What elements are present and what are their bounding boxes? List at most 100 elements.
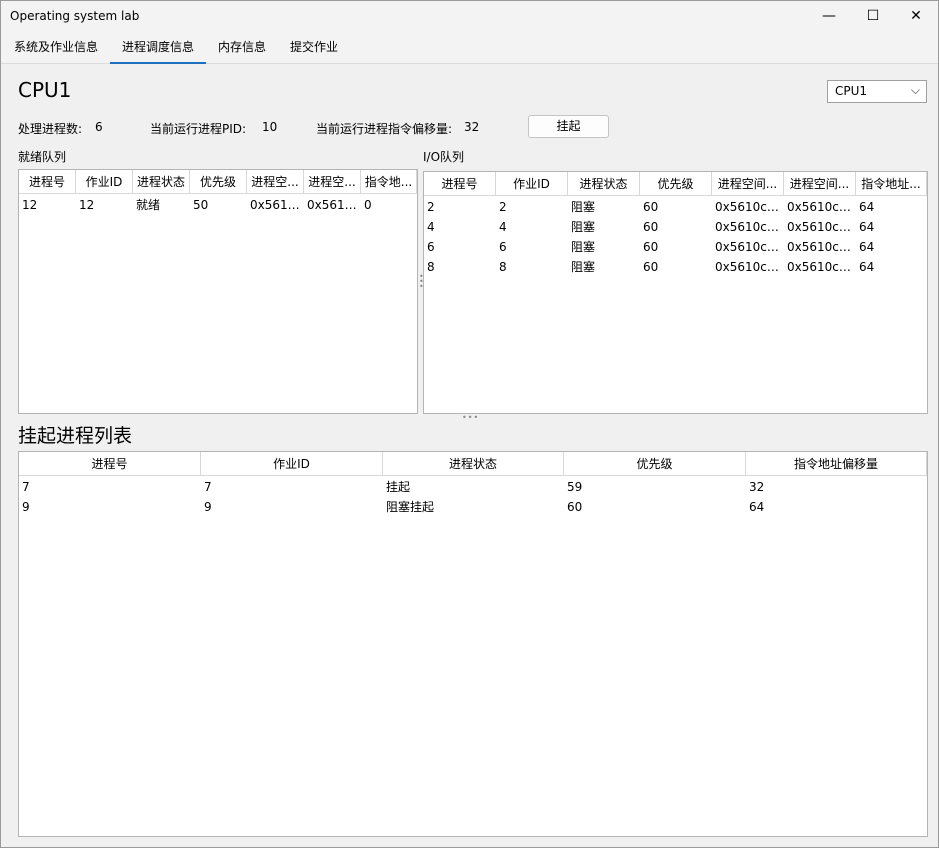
table-cell: 60 xyxy=(643,220,659,234)
table-header: 进程号 作业ID 进程状态 优先级 进程空... 进程空... 指令地... xyxy=(19,170,417,194)
column-header[interactable]: 作业ID xyxy=(201,452,383,476)
column-header[interactable]: 作业ID xyxy=(76,170,133,194)
column-header[interactable]: 进程空... xyxy=(247,170,304,194)
tab-submit-job[interactable]: 提交作业 xyxy=(283,33,345,64)
running-pid-label: 当前运行进程PID: xyxy=(150,122,247,136)
table-cell: 60 xyxy=(643,240,659,254)
vertical-splitter-handle[interactable]: • • • xyxy=(419,273,424,291)
processes-label: 处理进程数: xyxy=(18,122,83,136)
column-header[interactable]: 指令地址偏移量 xyxy=(746,452,927,476)
window-title: Operating system lab xyxy=(10,9,140,23)
table-cell: 4 xyxy=(499,220,507,234)
table-cell: 0x5610cb... xyxy=(715,220,784,234)
ready-queue-label: 就绪队列 xyxy=(18,150,67,164)
tab-bar: 系统及作业信息 进程调度信息 内存信息 提交作业 xyxy=(1,33,938,64)
table-cell: 0x5610cb... xyxy=(787,260,856,274)
table-cell: 0x5610cb... xyxy=(787,220,856,234)
table-row[interactable]: 6 6 阻塞 60 0x5610cb... 0x5610cb... 64 xyxy=(424,237,927,257)
table-cell: 0x5610... xyxy=(307,198,361,212)
table-cell: 60 xyxy=(567,500,583,514)
table-cell: 6 xyxy=(427,240,435,254)
table-cell: 64 xyxy=(859,240,875,254)
table-cell: 阻塞挂起 xyxy=(386,500,435,514)
title-bar: Operating system lab — ☐ ✕ xyxy=(1,1,938,33)
table-cell: 0x5610cb... xyxy=(787,200,856,214)
io-queue-label: I/O队列 xyxy=(423,150,465,164)
table-row[interactable]: 12 12 就绪 50 0x5610... 0x5610... 0 xyxy=(19,195,417,215)
table-cell: 7 xyxy=(22,480,30,494)
tab-memory[interactable]: 内存信息 xyxy=(211,33,273,64)
table-body: 2 2 阻塞 60 0x5610cb... 0x5610cb... 64 4 4… xyxy=(424,197,927,277)
table-cell: 就绪 xyxy=(136,198,161,212)
ready-queue-table[interactable]: 进程号 作业ID 进程状态 优先级 进程空... 进程空... 指令地... 1… xyxy=(18,169,418,414)
table-header: 进程号 作业ID 进程状态 优先级 指令地址偏移量 xyxy=(19,452,927,476)
column-header[interactable]: 指令地址... xyxy=(856,172,927,196)
column-header[interactable]: 进程状态 xyxy=(133,170,190,194)
table-row[interactable]: 4 4 阻塞 60 0x5610cb... 0x5610cb... 64 xyxy=(424,217,927,237)
table-row[interactable]: 8 8 阻塞 60 0x5610cb... 0x5610cb... 64 xyxy=(424,257,927,277)
column-header[interactable]: 进程号 xyxy=(19,452,201,476)
column-header[interactable]: 进程空间... xyxy=(784,172,856,196)
close-icon[interactable]: ✕ xyxy=(893,1,939,31)
table-cell: 2 xyxy=(499,200,507,214)
table-cell: 0x5610cb... xyxy=(715,200,784,214)
table-cell: 阻塞 xyxy=(571,260,596,274)
io-queue-table[interactable]: 进程号 作业ID 进程状态 优先级 进程空间... 进程空间... 指令地址..… xyxy=(423,171,928,414)
suspend-button[interactable]: 挂起 xyxy=(528,115,609,138)
table-cell: 59 xyxy=(567,480,583,494)
table-cell: 9 xyxy=(204,500,212,514)
table-cell: 8 xyxy=(499,260,507,274)
cpu-title: CPU1 xyxy=(18,78,72,102)
tab-system-jobs[interactable]: 系统及作业信息 xyxy=(7,33,105,64)
table-cell: 60 xyxy=(643,200,659,214)
table-cell: 9 xyxy=(22,500,30,514)
table-cell: 0 xyxy=(364,198,372,212)
table-cell: 2 xyxy=(427,200,435,214)
column-header[interactable]: 优先级 xyxy=(640,172,712,196)
column-header[interactable]: 作业ID xyxy=(496,172,568,196)
suspended-list-label: 挂起进程列表 xyxy=(18,425,133,447)
running-pid-value: 10 xyxy=(262,120,278,134)
cpu-select-value: CPU1 xyxy=(835,84,868,98)
table-row[interactable]: 2 2 阻塞 60 0x5610cb... 0x5610cb... 64 xyxy=(424,197,927,217)
table-cell: 6 xyxy=(499,240,507,254)
app-window: Operating system lab — ☐ ✕ 系统及作业信息 进程调度信… xyxy=(0,0,939,848)
table-body: 12 12 就绪 50 0x5610... 0x5610... 0 xyxy=(19,195,417,215)
column-header[interactable]: 进程号 xyxy=(19,170,76,194)
column-header[interactable]: 进程空间... xyxy=(712,172,784,196)
table-cell: 4 xyxy=(427,220,435,234)
column-header[interactable]: 指令地... xyxy=(361,170,417,194)
instruction-offset-label: 当前运行进程指令偏移量: xyxy=(316,122,453,136)
table-cell: 50 xyxy=(193,198,209,212)
table-cell: 12 xyxy=(79,198,95,212)
maximize-icon[interactable]: ☐ xyxy=(850,1,896,31)
column-header[interactable]: 进程号 xyxy=(424,172,496,196)
suspended-table[interactable]: 进程号 作业ID 进程状态 优先级 指令地址偏移量 7 7 挂起 59 32 9… xyxy=(18,451,928,837)
table-cell: 12 xyxy=(22,198,38,212)
table-cell: 8 xyxy=(427,260,435,274)
table-cell: 挂起 xyxy=(386,480,411,494)
column-header[interactable]: 优先级 xyxy=(190,170,247,194)
table-cell: 0x5610cb... xyxy=(715,260,784,274)
table-cell: 32 xyxy=(749,480,765,494)
column-header[interactable]: 进程状态 xyxy=(568,172,640,196)
table-cell: 60 xyxy=(643,260,659,274)
column-header[interactable]: 进程状态 xyxy=(383,452,564,476)
table-cell: 0x5610cb... xyxy=(715,240,784,254)
column-header[interactable]: 进程空... xyxy=(304,170,361,194)
table-row[interactable]: 7 7 挂起 59 32 xyxy=(19,477,927,497)
table-cell: 64 xyxy=(749,500,765,514)
table-cell: 64 xyxy=(859,200,875,214)
tab-process-scheduling[interactable]: 进程调度信息 xyxy=(110,33,206,64)
table-cell: 64 xyxy=(859,220,875,234)
minimize-icon[interactable]: — xyxy=(806,1,852,31)
horizontal-splitter-handle[interactable]: ••• xyxy=(462,413,479,422)
table-cell: 阻塞 xyxy=(571,200,596,214)
instruction-offset-value: 32 xyxy=(464,120,480,134)
table-body: 7 7 挂起 59 32 9 9 阻塞挂起 60 64 xyxy=(19,477,927,517)
table-row[interactable]: 9 9 阻塞挂起 60 64 xyxy=(19,497,927,517)
chevron-down-icon: ⌵ xyxy=(910,83,920,97)
column-header[interactable]: 优先级 xyxy=(564,452,746,476)
cpu-select[interactable]: CPU1 ⌵ xyxy=(827,80,927,103)
table-cell: 阻塞 xyxy=(571,240,596,254)
